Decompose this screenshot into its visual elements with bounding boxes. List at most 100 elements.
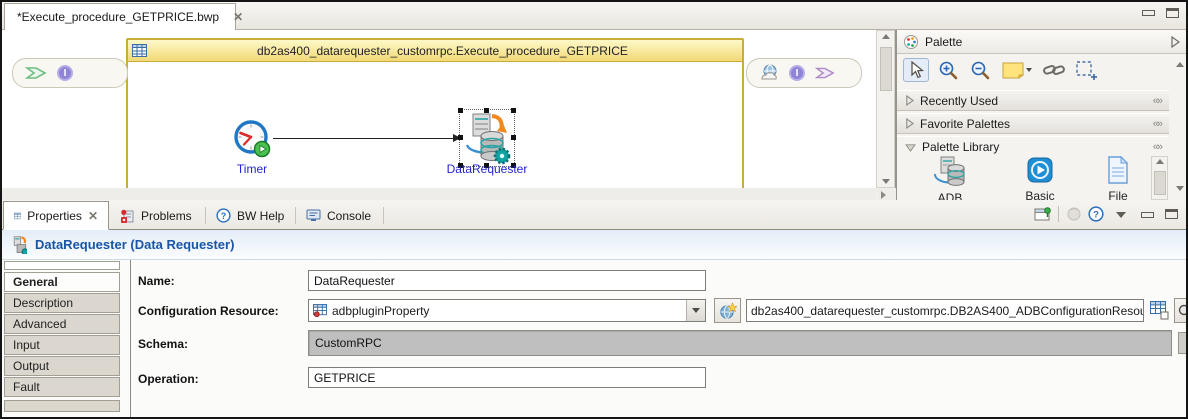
create-resource-button[interactable] bbox=[714, 298, 741, 323]
palette-panel: Palette Recently Used «» Favorite Palett… bbox=[897, 30, 1186, 205]
selection-handle[interactable] bbox=[511, 108, 516, 113]
file-icon bbox=[1108, 155, 1129, 184]
tab-console[interactable]: Console bbox=[296, 201, 384, 230]
zoom-in-button[interactable] bbox=[935, 58, 961, 82]
configuration-resource-path-field[interactable]: db2as400_datarequester_customrpc.DB2AS40… bbox=[746, 299, 1144, 322]
view-help-icon[interactable]: ? bbox=[1088, 206, 1104, 222]
marquee-tool-button[interactable] bbox=[1073, 58, 1099, 82]
info-icon[interactable]: I bbox=[57, 65, 73, 81]
properties-header-title: DataRequester (Data Requester) bbox=[35, 237, 235, 252]
disabled-tool-icon bbox=[1067, 207, 1081, 221]
tab-properties[interactable]: Properties ✕ bbox=[3, 201, 109, 230]
palette-item-file[interactable]: File bbox=[1083, 155, 1153, 203]
basic-icon bbox=[1027, 157, 1053, 183]
close-icon[interactable]: ✕ bbox=[233, 10, 243, 24]
canvas-left-toolbar: I bbox=[12, 58, 128, 88]
info-icon[interactable]: I bbox=[789, 65, 805, 81]
transition-line[interactable] bbox=[273, 138, 455, 139]
process-header[interactable]: db2as400_datarequester_customrpc.Execute… bbox=[128, 40, 742, 62]
problems-icon bbox=[121, 209, 134, 223]
selection-handle[interactable] bbox=[458, 108, 463, 113]
chevron-down-icon bbox=[1026, 68, 1032, 72]
scroll-down-icon[interactable] bbox=[881, 179, 890, 184]
pick-resource-icon[interactable] bbox=[1150, 301, 1170, 320]
datarequester-icon bbox=[465, 113, 511, 165]
palette-section-palette-library[interactable]: Palette Library «» bbox=[897, 136, 1169, 157]
side-tab-advanced[interactable]: Advanced bbox=[4, 314, 120, 334]
activity-label[interactable]: DataRequester bbox=[432, 162, 542, 176]
close-icon[interactable]: ✕ bbox=[88, 209, 98, 223]
operation-input[interactable] bbox=[308, 367, 706, 388]
selection-handle[interactable] bbox=[511, 135, 516, 140]
palette-section-label: Favorite Palettes bbox=[920, 116, 1011, 131]
scrollbar-thumb[interactable] bbox=[880, 47, 892, 91]
chevron-down-icon bbox=[692, 308, 700, 313]
side-tab-general[interactable]: General bbox=[4, 272, 120, 292]
svg-text:?: ? bbox=[1093, 210, 1099, 221]
name-label: Name: bbox=[138, 274, 175, 288]
palette-scroll-up-icon[interactable] bbox=[1176, 62, 1184, 67]
tab-label: Console bbox=[327, 208, 372, 223]
cursor-icon bbox=[911, 61, 924, 79]
palette-collapse-icon[interactable] bbox=[1170, 35, 1180, 48]
selection-handle[interactable] bbox=[484, 108, 489, 113]
divider bbox=[1058, 206, 1059, 222]
resource-table-icon bbox=[313, 304, 327, 317]
side-tab-description[interactable]: Description bbox=[4, 293, 120, 313]
palette-section-recently-used[interactable]: Recently Used «» bbox=[897, 90, 1169, 111]
minimize-view-icon[interactable] bbox=[1141, 212, 1154, 218]
canvas-scrollbar[interactable] bbox=[876, 30, 895, 188]
palette-title: Palette bbox=[925, 34, 963, 49]
palette-item-basic[interactable]: Basic bbox=[1005, 156, 1075, 203]
schema-field: CustomRPC bbox=[308, 330, 1172, 356]
editor-tab-active[interactable]: *Execute_procedure_GETPRICE.bwp ✕ bbox=[4, 3, 243, 30]
view-menu-icon[interactable] bbox=[1116, 212, 1126, 218]
pin-icon[interactable]: «» bbox=[1153, 141, 1163, 153]
activity-label[interactable]: Timer bbox=[224, 162, 280, 176]
tab-problems[interactable]: Problems bbox=[110, 201, 206, 230]
canvas-hscroll-right-icon[interactable] bbox=[881, 191, 886, 199]
name-input[interactable] bbox=[308, 270, 706, 291]
tab-label: Problems bbox=[141, 208, 192, 223]
end-event-icon[interactable] bbox=[815, 65, 835, 81]
tab-bw-help[interactable]: ? BW Help bbox=[206, 201, 296, 230]
side-tab-fault[interactable]: Fault bbox=[4, 377, 120, 397]
palette-scroll-down-icon[interactable] bbox=[1176, 186, 1184, 191]
combo-dropdown-button[interactable] bbox=[686, 300, 705, 321]
zoom-out-button[interactable] bbox=[967, 58, 993, 82]
side-tab-output[interactable]: Output bbox=[4, 356, 120, 376]
schema-side-button[interactable] bbox=[1178, 332, 1186, 354]
timer-activity-icon[interactable] bbox=[231, 118, 273, 162]
process-canvas[interactable]: db2as400_datarequester_customrpc.Execute… bbox=[2, 30, 896, 188]
maximize-icon[interactable] bbox=[1166, 8, 1179, 18]
side-tab-input[interactable]: Input bbox=[4, 335, 120, 355]
scrollbar-thumb[interactable] bbox=[1154, 171, 1166, 195]
browse-resource-button[interactable] bbox=[1174, 298, 1186, 323]
start-event-icon[interactable] bbox=[25, 65, 47, 81]
note-tool-button[interactable] bbox=[999, 58, 1035, 82]
schema-value: CustomRPC bbox=[315, 336, 382, 350]
tab-label: Properties bbox=[27, 208, 82, 223]
palette-item-adb[interactable]: ADB bbox=[915, 156, 985, 205]
web-service-icon[interactable] bbox=[759, 64, 779, 82]
datarequester-activity[interactable] bbox=[458, 108, 516, 168]
pin-icon[interactable]: «» bbox=[1153, 118, 1163, 130]
select-tool-button[interactable] bbox=[903, 58, 929, 82]
configuration-resource-combo[interactable]: adbpluginProperty bbox=[308, 299, 706, 322]
selection-handle[interactable] bbox=[458, 135, 463, 140]
link-tool-button[interactable] bbox=[1041, 58, 1067, 82]
chevron-right-icon bbox=[906, 95, 914, 106]
palette-section-label: Palette Library bbox=[922, 140, 1000, 154]
minimize-icon[interactable] bbox=[1142, 10, 1155, 16]
adb-icon bbox=[934, 156, 965, 186]
palette-items-scrollbar[interactable] bbox=[1151, 156, 1168, 200]
bw-studio-window: *Execute_procedure_GETPRICE.bwp ✕ db2as4… bbox=[0, 0, 1188, 419]
pin-view-icon[interactable] bbox=[1034, 206, 1052, 222]
scroll-up-icon[interactable] bbox=[881, 34, 890, 39]
pin-icon[interactable]: «» bbox=[1153, 95, 1163, 107]
scroll-up-icon[interactable] bbox=[1155, 159, 1164, 164]
datarequester-small-icon bbox=[13, 235, 27, 254]
palette-header[interactable]: Palette bbox=[897, 30, 1186, 54]
maximize-view-icon[interactable] bbox=[1165, 209, 1178, 219]
palette-section-favorite-palettes[interactable]: Favorite Palettes «» bbox=[897, 113, 1169, 134]
